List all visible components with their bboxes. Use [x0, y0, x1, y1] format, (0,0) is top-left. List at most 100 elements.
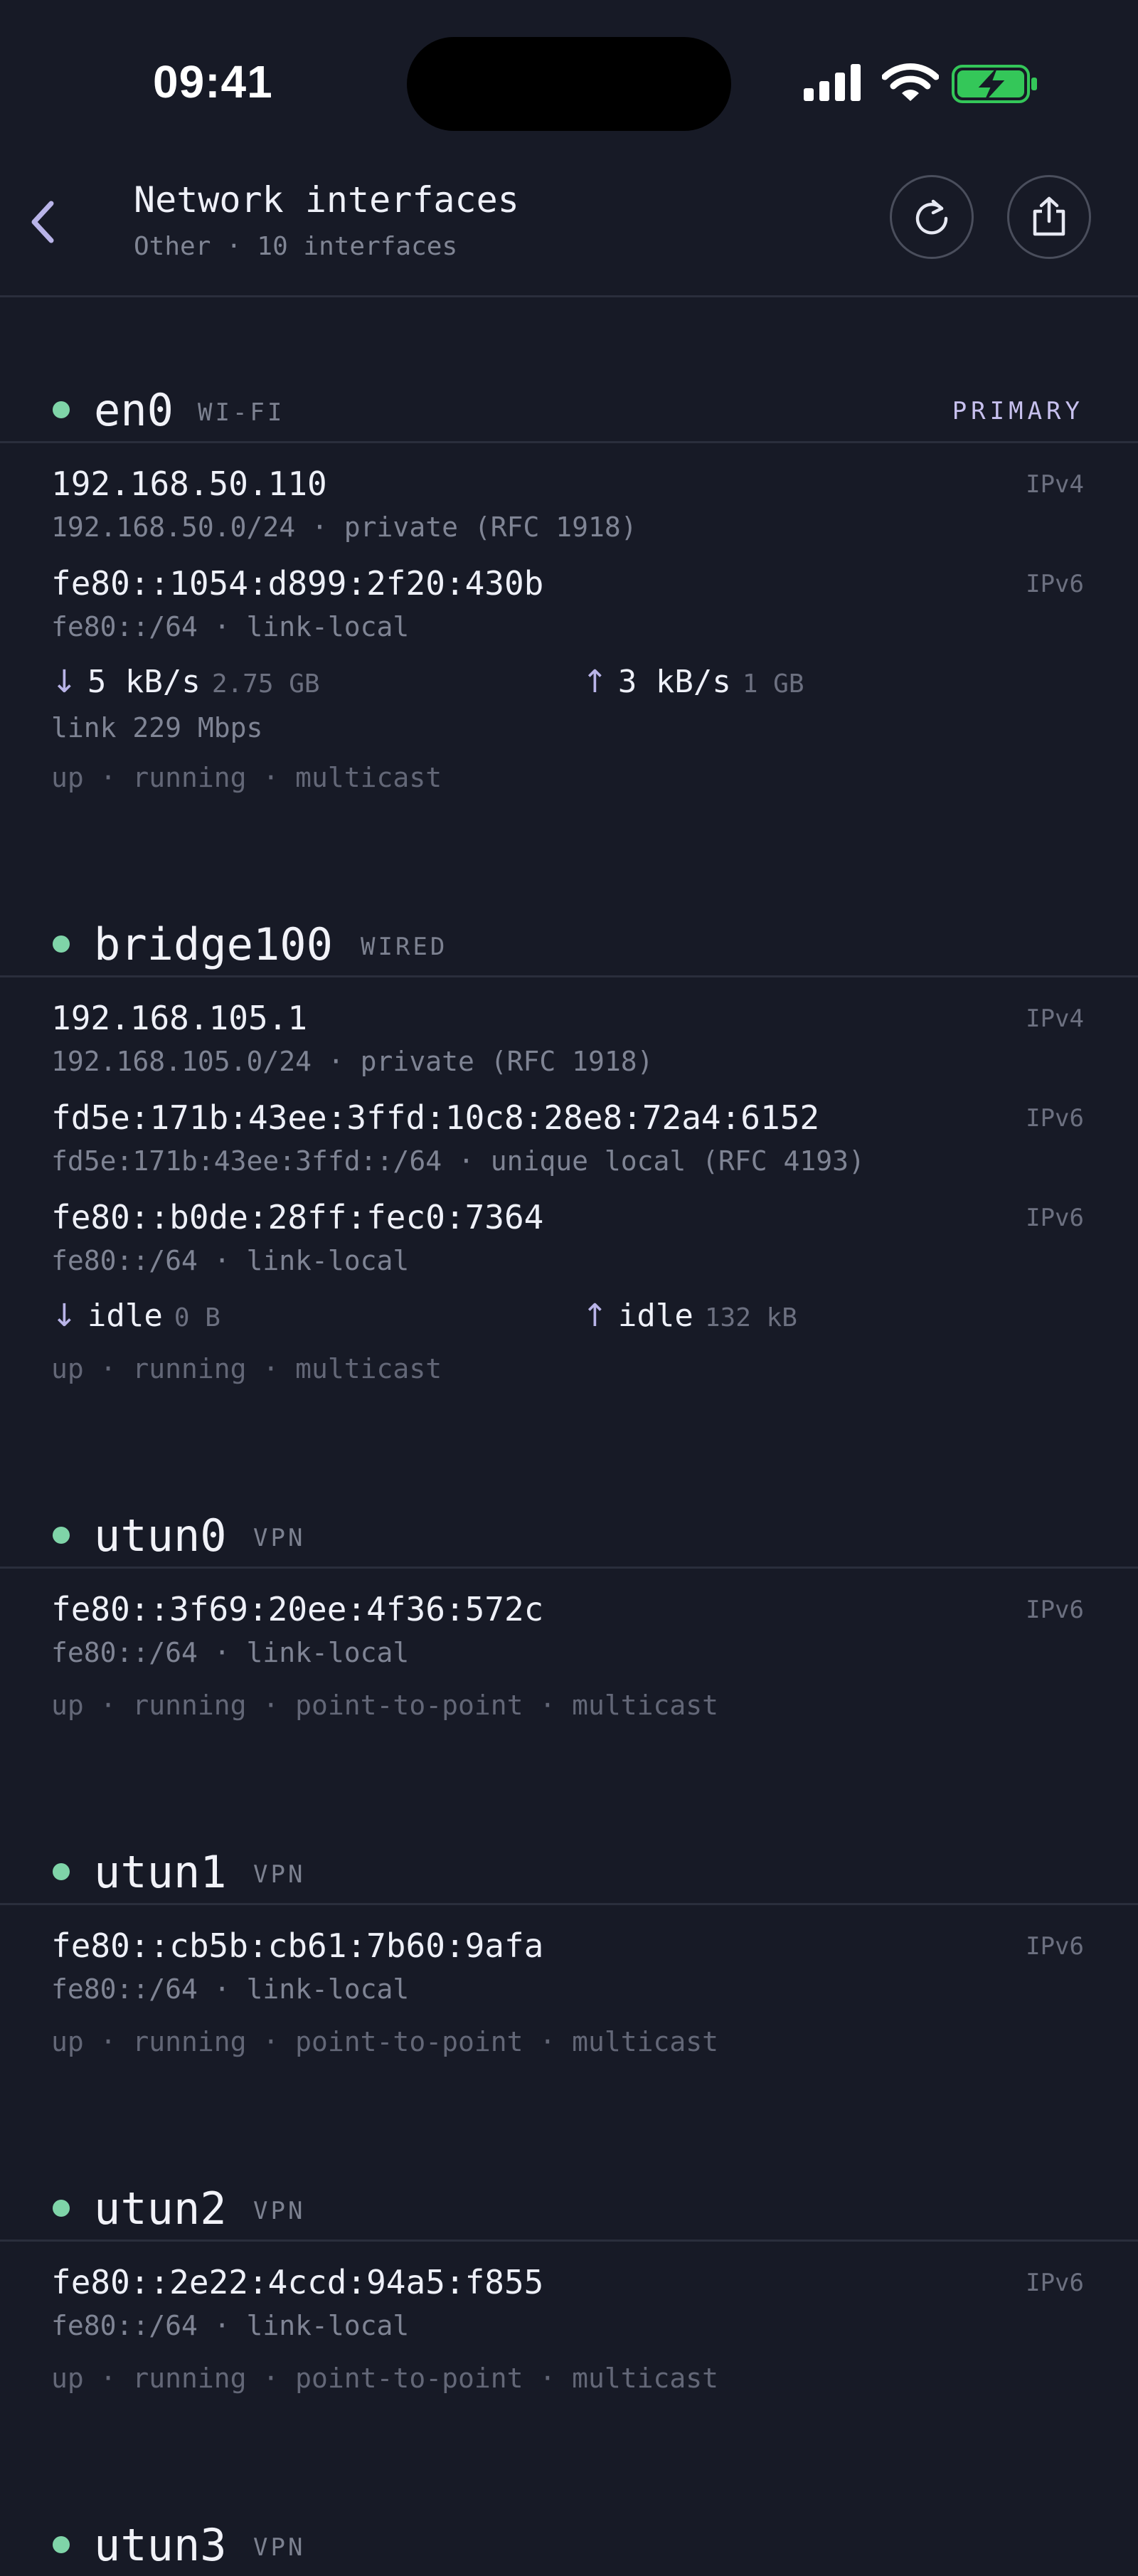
chevron-left-icon: [31, 201, 54, 243]
ip-address: fe80::3f69:20ee:4f36:572c: [51, 1590, 544, 1628]
download-rate: idle: [87, 1298, 163, 1334]
ip-address: fe80::b0de:28ff:fec0:7364: [51, 1198, 544, 1236]
interface-body: 192.168.105.1 IPv4 192.168.105.0/24 · pr…: [0, 977, 1138, 1396]
interface-card[interactable]: utun0 VPN fe80::3f69:20ee:4f36:572c IPv6…: [0, 1481, 1138, 1818]
ip-address: fe80::2e22:4ccd:94a5:f855: [51, 2263, 544, 2301]
interface-card[interactable]: utun3 VPN: [0, 2491, 1138, 2576]
ip-address: 192.168.105.1: [51, 999, 308, 1037]
interface-header: utun1 VPN: [0, 1818, 1138, 1905]
dynamic-island: [407, 37, 731, 131]
status-dot: [53, 2200, 70, 2217]
interface-header: en0 WI-FI PRIMARY: [0, 356, 1138, 443]
address-row: 192.168.50.110 IPv4 192.168.50.0/24 · pr…: [0, 465, 1138, 564]
address-row: fe80::1054:d899:2f20:430b IPv6 fe80::/64…: [0, 564, 1138, 664]
interface-kind: VPN: [253, 2533, 306, 2562]
address-row: fe80::b0de:28ff:fec0:7364 IPv6 fe80::/64…: [0, 1198, 1138, 1298]
traffic-row: ↓ 5 kB/s 2.75 GB ↑ 3 kB/s 1 GB: [0, 664, 1138, 712]
ip-address: fe80::cb5b:cb61:7b60:9afa: [51, 1926, 544, 1965]
subnet-info: fe80::/64 · link-local: [51, 1637, 410, 1668]
status-dot: [53, 1527, 70, 1544]
interface-name: bridge100: [94, 918, 333, 970]
ip-version: IPv6: [1026, 570, 1084, 598]
interface-kind: VPN: [253, 2197, 306, 2225]
ip-version: IPv4: [1026, 1005, 1084, 1033]
subnet-info: fe80::/64 · link-local: [51, 1973, 410, 2005]
interface-kind: VPN: [253, 1524, 306, 1552]
back-button[interactable]: [21, 194, 64, 250]
page-title: Network interfaces: [134, 179, 519, 221]
cellular-signal-icon: [804, 64, 861, 101]
share-icon: [1033, 196, 1065, 236]
download-rate: 5 kB/s: [87, 664, 201, 700]
interface-kind: VPN: [253, 1860, 306, 1889]
ip-version: IPv6: [1026, 1204, 1084, 1232]
upload-stat: ↑ 3 kB/s 1 GB: [582, 664, 804, 700]
interface-body: 192.168.50.110 IPv4 192.168.50.0/24 · pr…: [0, 443, 1138, 805]
interface-kind: WI-FI: [198, 398, 285, 427]
interface-name: en0: [94, 384, 174, 436]
ip-version: IPv6: [1026, 1104, 1084, 1133]
interface-header: bridge100 WIRED: [0, 890, 1138, 977]
interface-flags: up · running · multicast: [51, 1353, 442, 1384]
download-stat: ↓ 5 kB/s 2.75 GB: [51, 664, 320, 700]
arrow-down-icon: ↓: [51, 664, 78, 700]
status-dot: [53, 1863, 70, 1880]
primary-badge: PRIMARY: [952, 397, 1084, 425]
ip-version: IPv6: [1026, 1596, 1084, 1624]
arrow-up-icon: ↑: [582, 1298, 608, 1334]
subnet-info: 192.168.105.0/24 · private (RFC 1918): [51, 1046, 654, 1077]
arrow-up-icon: ↑: [582, 664, 608, 700]
interface-card[interactable]: bridge100 WIRED 192.168.105.1 IPv4 192.1…: [0, 890, 1138, 1481]
ip-address: fe80::1054:d899:2f20:430b: [51, 564, 544, 603]
interface-header: utun0 VPN: [0, 1481, 1138, 1569]
subnet-info: fe80::/64 · link-local: [51, 1245, 410, 1276]
arrow-down-icon: ↓: [51, 1298, 78, 1334]
interface-body: fe80::cb5b:cb61:7b60:9afa IPv6 fe80::/64…: [0, 1905, 1138, 2069]
link-speed: link 229 Mbps: [51, 712, 263, 743]
interface-kind: WIRED: [361, 933, 448, 961]
battery-charging-icon: [952, 65, 1037, 103]
interface-body: fe80::3f69:20ee:4f36:572c IPv6 fe80::/64…: [0, 1569, 1138, 1732]
interface-card[interactable]: en0 WI-FI PRIMARY 192.168.50.110 IPv4 19…: [0, 356, 1138, 890]
ip-version: IPv6: [1026, 1932, 1084, 1961]
nav-header: Network interfaces Other · 10 interfaces: [0, 164, 1138, 297]
interfaces-list: en0 WI-FI PRIMARY 192.168.50.110 IPv4 19…: [0, 356, 1138, 2576]
refresh-icon: [915, 199, 948, 235]
interface-flags: up · running · point-to-point · multicas…: [51, 2363, 718, 2394]
address-row: fe80::cb5b:cb61:7b60:9afa IPv6 fe80::/64…: [0, 1926, 1138, 2026]
interface-name: utun3: [94, 2519, 227, 2571]
interface-name: utun0: [94, 1510, 227, 1562]
upload-rate: 3 kB/s: [617, 664, 731, 700]
header-titles: Network interfaces Other · 10 interfaces: [134, 179, 519, 261]
page-subtitle: Other · 10 interfaces: [134, 232, 458, 261]
ip-address: 192.168.50.110: [51, 465, 327, 503]
interface-header: utun3 VPN: [0, 2491, 1138, 2576]
ip-address: fd5e:171b:43ee:3ffd:10c8:28e8:72a4:6152: [51, 1098, 820, 1137]
interface-flags: up · running · point-to-point · multicas…: [51, 2026, 718, 2057]
address-row: 192.168.105.1 IPv4 192.168.105.0/24 · pr…: [0, 999, 1138, 1098]
share-button[interactable]: [1007, 175, 1091, 259]
download-stat: ↓ idle 0 B: [51, 1298, 220, 1334]
subnet-info: fe80::/64 · link-local: [51, 611, 410, 642]
status-dot: [53, 2536, 70, 2553]
interface-card[interactable]: utun1 VPN fe80::cb5b:cb61:7b60:9afa IPv6…: [0, 1818, 1138, 2154]
interface-flags: up · running · multicast: [51, 762, 442, 793]
interface-name: utun2: [94, 2183, 227, 2235]
status-bar: 09:41: [0, 0, 1138, 142]
upload-rate: idle: [617, 1298, 693, 1334]
download-total: 2.75 GB: [211, 669, 320, 699]
refresh-button[interactable]: [890, 175, 974, 259]
address-row: fe80::2e22:4ccd:94a5:f855 IPv6 fe80::/64…: [0, 2263, 1138, 2363]
address-row: fd5e:171b:43ee:3ffd:10c8:28e8:72a4:6152 …: [0, 1098, 1138, 1198]
download-total: 0 B: [174, 1303, 220, 1332]
interface-header: utun2 VPN: [0, 2154, 1138, 2242]
interface-name: utun1: [94, 1846, 227, 1898]
subnet-info: 192.168.50.0/24 · private (RFC 1918): [51, 512, 637, 543]
interface-flags: up · running · point-to-point · multicas…: [51, 1690, 718, 1721]
ip-version: IPv6: [1026, 2269, 1084, 2297]
ip-version: IPv4: [1026, 470, 1084, 499]
status-dot: [53, 935, 70, 953]
subnet-info: fe80::/64 · link-local: [51, 2310, 410, 2341]
interface-card[interactable]: utun2 VPN fe80::2e22:4ccd:94a5:f855 IPv6…: [0, 2154, 1138, 2491]
traffic-row: ↓ idle 0 B ↑ idle 132 kB: [0, 1298, 1138, 1346]
